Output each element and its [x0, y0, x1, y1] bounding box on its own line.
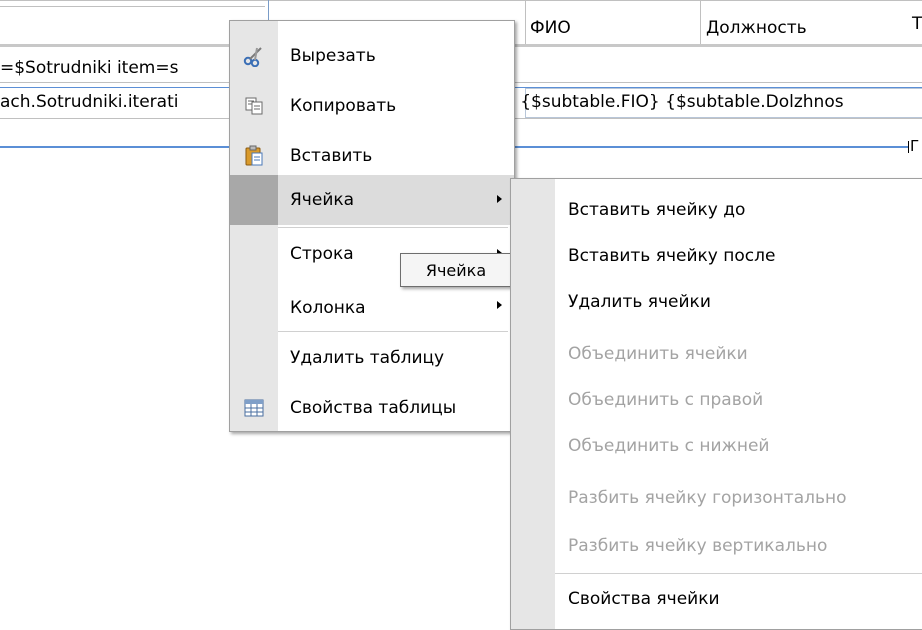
submenu-item-delete-cells[interactable]: Удалить ячейки — [511, 277, 922, 327]
cell-submenu[interactable]: Вставить ячейку до Вставить ячейку после… — [510, 178, 922, 630]
menu-item-label: Объединить с нижней — [568, 436, 770, 456]
menu-item-copy[interactable]: Копировать — [230, 81, 514, 131]
submenu-item-merge-below[interactable]: Объединить с нижней — [511, 421, 922, 471]
paste-icon — [230, 131, 278, 181]
header-cell-fio[interactable]: ФИО — [530, 18, 571, 38]
menu-item-label: Вставить — [290, 146, 373, 166]
menu-item-label: Вставить ячейку после — [568, 246, 776, 266]
menu-item-cell[interactable]: Ячейка — [230, 175, 514, 225]
menu-item-column[interactable]: Колонка — [230, 283, 514, 333]
menu-item-label: Свойства таблицы — [290, 398, 457, 418]
header-cell-position[interactable]: Должность — [706, 18, 807, 38]
submenu-item-split-vertical[interactable]: Разбить ячейку вертикально — [511, 521, 922, 571]
submenu-item-split-horizontal[interactable]: Разбить ячейку горизонтально — [511, 473, 922, 523]
menu-item-label: Вставить ячейку до — [568, 200, 746, 220]
submenu-item-insert-cell-after[interactable]: Вставить ячейку после — [511, 231, 922, 281]
template-row-subtable-cells[interactable]: } {$subtable.FIO} {$subtable.Dolzhnos — [504, 92, 844, 112]
menu-item-label: Ячейка — [290, 190, 355, 210]
menu-item-label: Удалить ячейки — [568, 292, 711, 312]
tooltip: Ячейка — [400, 253, 512, 287]
menu-separator — [278, 227, 508, 228]
template-row-iteration[interactable]: ach.Sotrudniki.iterati — [0, 92, 178, 112]
menu-item-table-properties[interactable]: Свойства таблицы — [230, 383, 514, 433]
template-row-foreach[interactable]: =$Sotrudniki item=s — [0, 58, 178, 78]
menu-item-label: Удалить таблицу — [290, 348, 445, 368]
submenu-item-insert-cell-before[interactable]: Вставить ячейку до — [511, 185, 922, 235]
context-menu[interactable]: Вырезать Копировать Вставить Ячейка Стро… — [229, 20, 515, 432]
menu-item-label: Разбить ячейку горизонтально — [568, 488, 847, 508]
menu-item-label: Вырезать — [290, 46, 376, 66]
scissors-icon — [230, 31, 278, 81]
menu-item-label: Разбить ячейку вертикально — [568, 536, 828, 556]
submenu-item-cell-properties[interactable]: Свойства ячейки — [511, 574, 922, 624]
menu-item-paste[interactable]: Вставить — [230, 131, 514, 181]
empty-icon-slot — [230, 175, 278, 225]
menu-item-label: Объединить ячейки — [568, 344, 748, 364]
submenu-arrow-icon — [497, 195, 502, 203]
menu-item-label: Копировать — [290, 96, 397, 116]
submenu-arrow-icon — [497, 301, 502, 309]
menu-item-delete-table[interactable]: Удалить таблицу — [230, 333, 514, 383]
menu-item-label: Строка — [290, 244, 354, 264]
menu-item-label: Колонка — [290, 298, 366, 318]
menu-item-label: Объединить с правой — [568, 390, 764, 410]
menu-separator — [278, 331, 508, 332]
menu-item-cut[interactable]: Вырезать — [230, 31, 514, 81]
submenu-item-merge-right[interactable]: Объединить с правой — [511, 375, 922, 425]
copy-icon — [230, 81, 278, 131]
menu-item-label: Свойства ячейки — [568, 589, 720, 609]
table-icon — [230, 383, 278, 433]
submenu-item-merge-cells[interactable]: Объединить ячейки — [511, 329, 922, 379]
row3-trailing-mark: Г — [910, 137, 920, 155]
header-cell-trailing[interactable]: Т — [912, 14, 922, 34]
